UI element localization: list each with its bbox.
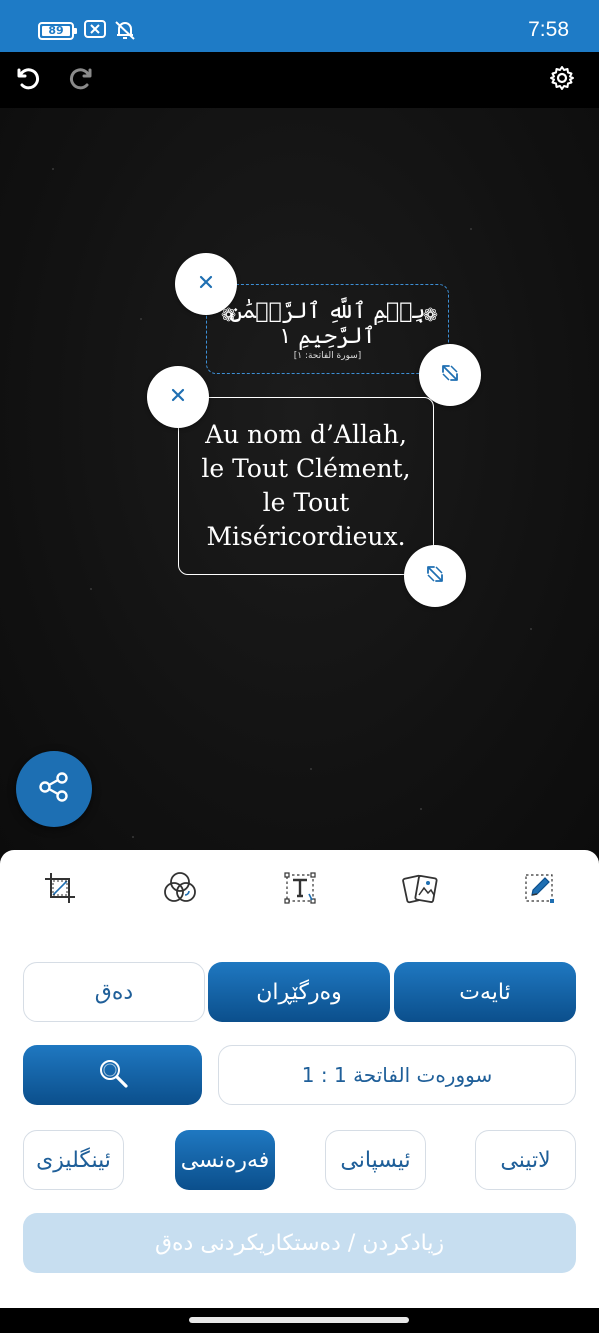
system-nav-bar (0, 1308, 599, 1333)
close-box-icon (84, 20, 106, 42)
filters-tool-button[interactable] (160, 870, 200, 910)
background-images-icon (401, 869, 439, 911)
status-bar: 89 7:58 (0, 0, 599, 52)
verse-text-box[interactable]: ❁ بِسۡمِ ٱللَّهِ ٱلرَّحۡمَٰنِ ٱلرَّحِيمِ… (206, 284, 449, 374)
tab-verse[interactable]: ئایەت (394, 962, 576, 1022)
crop-icon (42, 870, 78, 910)
undo-button[interactable] (9, 62, 45, 98)
home-handle[interactable] (189, 1317, 409, 1323)
resize-verse-handle[interactable] (419, 344, 481, 406)
redo-button[interactable] (64, 62, 100, 98)
resize-icon (439, 362, 461, 388)
remove-verse-button[interactable] (175, 253, 237, 315)
edit-pencil-icon (521, 870, 557, 910)
share-icon (36, 769, 72, 809)
tab-text[interactable]: دەق (23, 962, 205, 1022)
battery-icon: 89 (38, 22, 77, 40)
share-button[interactable] (16, 751, 92, 827)
language-french[interactable]: فەرەنسی (175, 1130, 275, 1190)
translation-text: Au nom d’Allah, le Tout Clément, le Tout… (201, 420, 411, 551)
ornament-right: ❁ (422, 305, 438, 326)
top-toolbar (0, 52, 599, 108)
translation-text-box[interactable]: Au nom d’Allah, le Tout Clément, le Tout… (178, 397, 434, 575)
text-tool-button[interactable] (280, 870, 320, 910)
crop-tool-button[interactable] (40, 870, 80, 910)
resize-icon (424, 563, 446, 589)
close-icon (198, 274, 214, 294)
search-button[interactable] (23, 1045, 202, 1105)
bell-off-icon (114, 19, 136, 45)
color-filters-icon (161, 869, 199, 911)
surah-selector-field[interactable]: سوورەت الفاتحة 1 : 1 (218, 1045, 576, 1105)
remove-translation-button[interactable] (147, 366, 209, 428)
verse-reference: [سورة الفاتحة: ١] (293, 351, 362, 361)
tab-translation[interactable]: وەرگێڕان (208, 962, 390, 1022)
settings-button[interactable] (544, 62, 580, 98)
language-english[interactable]: ئینگلیزی (23, 1130, 124, 1190)
add-edit-text-button[interactable]: زیادکردن / دەستکاریکردنی دەق (23, 1213, 576, 1273)
search-icon (95, 1055, 131, 1095)
text-format-icon (282, 870, 318, 910)
battery-level: 89 (48, 24, 64, 37)
redo-icon (68, 64, 96, 96)
background-tool-button[interactable] (400, 870, 440, 910)
clock: 7:58 (528, 18, 569, 41)
edit-tool-button[interactable] (519, 870, 559, 910)
language-spanish[interactable]: ئیسپانی (325, 1130, 426, 1190)
verse-arabic: بِسۡمِ ٱللَّهِ ٱلرَّحۡمَٰنِ ٱلرَّحِيمِ ١ (229, 299, 426, 349)
close-icon (170, 387, 186, 407)
language-latin[interactable]: لاتینی (475, 1130, 576, 1190)
resize-translation-handle[interactable] (404, 545, 466, 607)
settings-gear-icon (548, 64, 576, 96)
undo-icon (13, 64, 41, 96)
